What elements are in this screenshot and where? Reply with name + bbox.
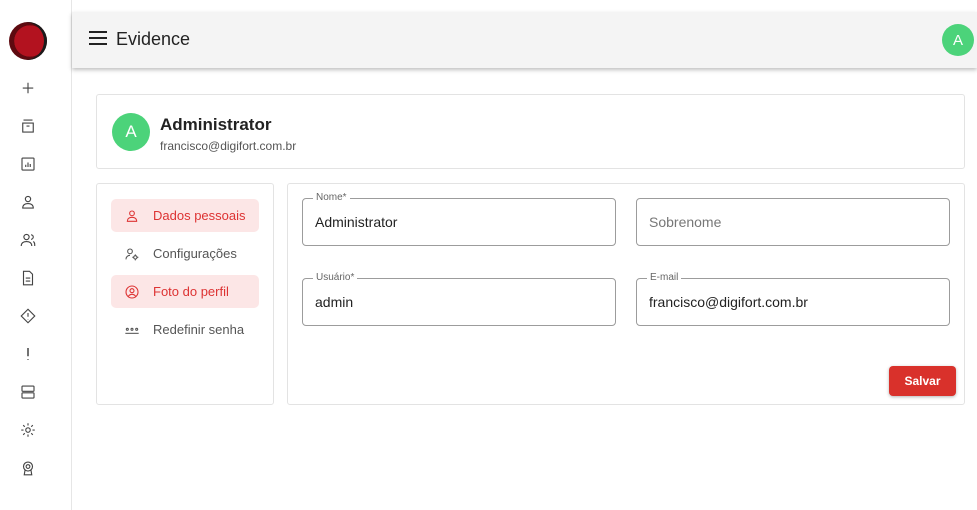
side-rail xyxy=(0,0,72,510)
profile-photo-icon xyxy=(123,283,141,301)
chart-icon[interactable] xyxy=(16,152,40,176)
user-icon xyxy=(123,207,141,225)
field-label: Nome* xyxy=(313,192,350,203)
save-button[interactable]: Salvar xyxy=(889,366,956,396)
personal-data-form: Nome* Usuário* E-mail xyxy=(287,183,965,405)
profile-header-card: A Administrator francisco@digifort.com.b… xyxy=(96,94,965,169)
user-settings-icon xyxy=(123,245,141,263)
settings-icon[interactable] xyxy=(16,418,40,442)
server-icon[interactable] xyxy=(16,380,40,404)
badge-icon[interactable] xyxy=(16,456,40,480)
usuario-field: Usuário* xyxy=(302,272,616,326)
usuario-input[interactable] xyxy=(315,291,603,313)
hamburger-menu-icon[interactable] xyxy=(89,31,107,45)
menu-item-foto-do-perfil[interactable]: Foto do perfil xyxy=(111,275,259,308)
field-label: Usuário* xyxy=(313,272,358,283)
nome-field: Nome* xyxy=(302,192,616,246)
user-avatar[interactable]: A xyxy=(942,24,974,56)
sobrenome-field xyxy=(636,198,950,246)
users-icon[interactable] xyxy=(16,228,40,252)
profile-email: francisco@digifort.com.br xyxy=(160,139,297,153)
menu-item-label: Configurações xyxy=(153,246,237,261)
menu-item-redefinir-senha[interactable]: Redefinir senha xyxy=(111,313,259,346)
menu-item-dados-pessoais[interactable]: Dados pessoais xyxy=(111,199,259,232)
email-input[interactable] xyxy=(649,291,937,313)
archive-icon[interactable] xyxy=(16,114,40,138)
menu-item-label: Dados pessoais xyxy=(153,208,246,223)
plus-icon[interactable] xyxy=(16,76,40,100)
document-icon[interactable] xyxy=(16,266,40,290)
app-logo[interactable] xyxy=(9,22,47,60)
profile-avatar: A xyxy=(112,113,150,151)
email-field: E-mail xyxy=(636,272,950,326)
user-icon[interactable] xyxy=(16,190,40,214)
app-title: Evidence xyxy=(116,29,191,49)
menu-item-label: Redefinir senha xyxy=(153,322,245,337)
menu-item-label: Foto do perfil xyxy=(153,284,229,299)
menu-item-configuracoes[interactable]: Configurações xyxy=(111,237,259,270)
warning-diamond-icon[interactable] xyxy=(16,304,40,328)
top-bar: Evidence A xyxy=(72,12,977,68)
password-dots-icon xyxy=(123,321,141,339)
nome-input[interactable] xyxy=(315,211,603,233)
sobrenome-input[interactable] xyxy=(649,211,937,233)
alert-icon[interactable] xyxy=(16,342,40,366)
profile-name: Administrator xyxy=(160,115,272,134)
field-label: E-mail xyxy=(647,272,682,283)
profile-menu-card: Dados pessoais Configurações Foto do per… xyxy=(96,183,274,405)
